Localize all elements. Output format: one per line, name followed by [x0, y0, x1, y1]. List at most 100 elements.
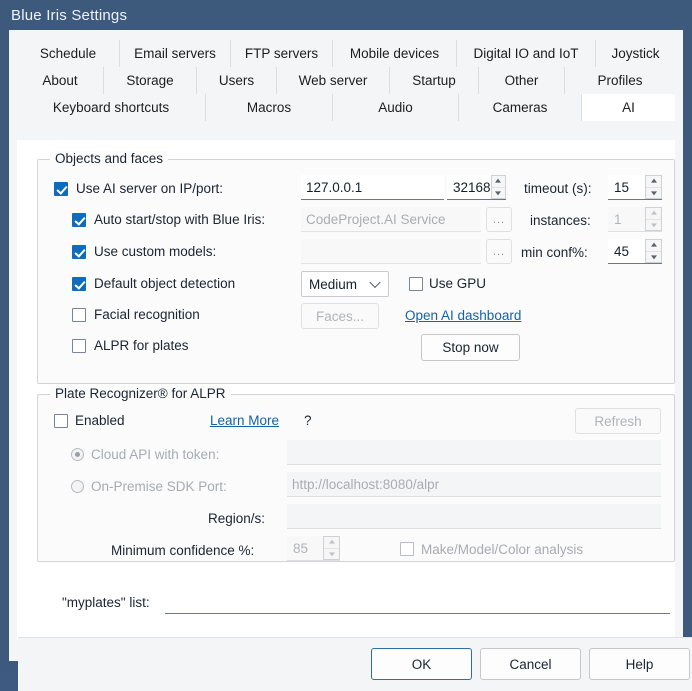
make-model-color-checkbox[interactable]: [400, 542, 414, 556]
ok-button-label: OK: [411, 656, 432, 672]
chevron-up-icon: [650, 210, 657, 215]
instances-spinner-up[interactable]: [646, 208, 661, 219]
ai-server-port-spinner[interactable]: 32168: [447, 175, 506, 200]
ellipsis-icon: ...: [492, 245, 506, 258]
instances-spinner-buttons[interactable]: [645, 207, 662, 231]
objects-and-faces-group: Objects and faces Use AI server on IP/po…: [37, 151, 675, 384]
facial-recognition-label: Facial recognition: [94, 307, 200, 322]
window-title: Blue Iris Settings: [11, 6, 128, 24]
help-question-icon[interactable]: ?: [304, 413, 312, 428]
use-ai-server-checkbox[interactable]: [54, 182, 68, 196]
cancel-button[interactable]: Cancel: [480, 648, 581, 680]
tab-macros[interactable]: Macros: [206, 94, 333, 121]
cancel-button-label: Cancel: [509, 656, 552, 672]
tab-digital-io-and-iot[interactable]: Digital IO and IoT: [457, 40, 596, 67]
help-button[interactable]: Help: [589, 648, 690, 680]
tab-label: Digital IO and IoT: [473, 46, 579, 61]
tab-about[interactable]: About: [17, 67, 104, 94]
refresh-button[interactable]: Refresh: [575, 408, 661, 434]
facial-recognition-checkbox[interactable]: [72, 308, 86, 322]
timeout-spinner-buttons[interactable]: [645, 175, 662, 199]
ai-service-browse-button[interactable]: ...: [486, 207, 512, 232]
tab-label: Joystick: [611, 46, 660, 61]
timeout-spinner-down[interactable]: [646, 186, 661, 199]
min-conf-spinner-down[interactable]: [646, 250, 661, 263]
tab-label: Audio: [378, 100, 413, 115]
learn-more-link[interactable]: Learn More: [210, 413, 279, 428]
open-ai-dashboard-link[interactable]: Open AI dashboard: [405, 308, 521, 323]
plate-min-conf-spinner-up[interactable]: [324, 537, 339, 548]
plate-min-conf-spinner-down[interactable]: [324, 547, 339, 560]
custom-models-input[interactable]: [301, 239, 481, 264]
tab-label: Cameras: [492, 100, 548, 115]
ai-server-ip-input[interactable]: [301, 175, 444, 200]
tab-startup[interactable]: Startup: [390, 67, 479, 94]
chevron-up-icon: [328, 539, 335, 544]
cloud-token-input[interactable]: [287, 440, 661, 465]
auto-start-label: Auto start/stop with Blue Iris:: [94, 212, 266, 227]
min-conf-spinner[interactable]: 45: [608, 239, 662, 264]
plate-recognizer-group: Plate Recognizer® for ALPR Enabled Learn…: [37, 386, 675, 562]
on-premise-url-input[interactable]: [287, 472, 661, 497]
tab-row-1: Schedule Email servers FTP servers Mobil…: [17, 40, 675, 67]
default-object-detection-checkbox[interactable]: [72, 277, 86, 291]
tab-joystick[interactable]: Joystick: [596, 40, 675, 67]
tab-web-server[interactable]: Web server: [277, 67, 390, 94]
tab-storage[interactable]: Storage: [104, 67, 197, 94]
detection-level-dropdown[interactable]: Medium: [301, 271, 389, 297]
custom-models-browse-button[interactable]: ...: [486, 239, 512, 264]
tab-other[interactable]: Other: [479, 67, 565, 94]
timeout-spinner-up[interactable]: [646, 176, 661, 187]
timeout-spinner[interactable]: 15: [608, 175, 662, 200]
plate-min-conf-spinner-buttons[interactable]: [323, 536, 340, 560]
min-conf-spinner-up[interactable]: [646, 240, 661, 251]
alpr-for-plates-checkbox[interactable]: [72, 339, 86, 353]
min-conf-spinner-buttons[interactable]: [645, 239, 662, 263]
stop-now-label: Stop now: [442, 340, 499, 355]
tab-schedule[interactable]: Schedule: [17, 40, 120, 67]
chevron-up-icon: [495, 178, 502, 183]
auto-start-checkbox[interactable]: [72, 213, 86, 227]
plate-enabled-label: Enabled: [75, 413, 125, 428]
chevron-down-icon: [328, 552, 335, 557]
plate-min-confidence-spinner[interactable]: 85: [287, 536, 340, 561]
tab-profiles[interactable]: Profiles: [565, 67, 675, 94]
tab-keyboard-shortcuts[interactable]: Keyboard shortcuts: [17, 94, 206, 121]
faces-button[interactable]: Faces...: [301, 303, 379, 329]
stop-now-button[interactable]: Stop now: [421, 334, 520, 361]
settings-window: Blue Iris Settings Schedule Email server…: [0, 0, 692, 691]
ok-button[interactable]: OK: [371, 648, 472, 680]
use-gpu-label: Use GPU: [429, 276, 487, 291]
instances-spinner[interactable]: 1: [608, 207, 662, 232]
timeout-label: timeout (s):: [524, 181, 592, 196]
use-custom-models-checkbox[interactable]: [72, 245, 86, 259]
tab-label: About: [42, 73, 78, 88]
instances-spinner-down[interactable]: [646, 218, 661, 231]
tab-ftp-servers[interactable]: FTP servers: [231, 40, 333, 67]
use-gpu-checkbox[interactable]: [409, 277, 423, 291]
port-spinner-buttons[interactable]: [490, 175, 506, 199]
on-premise-radio[interactable]: [71, 480, 84, 493]
ai-service-input[interactable]: [301, 207, 481, 232]
myplates-input[interactable]: [165, 588, 670, 614]
port-spinner-up[interactable]: [492, 176, 505, 187]
tab-mobile-devices[interactable]: Mobile devices: [333, 40, 457, 67]
tab-cameras[interactable]: Cameras: [459, 94, 582, 121]
chevron-down-icon: [650, 191, 657, 196]
tab-label: Storage: [126, 73, 174, 88]
footer-bar: OK Cancel Help: [18, 638, 692, 691]
tab-users[interactable]: Users: [197, 67, 277, 94]
regions-input[interactable]: [287, 504, 661, 529]
timeout-value: 15: [614, 179, 630, 195]
tab-ai[interactable]: AI: [582, 94, 675, 121]
cloud-api-radio[interactable]: [71, 448, 84, 461]
default-object-detection-label: Default object detection: [94, 276, 236, 291]
plate-enabled-checkbox[interactable]: [54, 414, 68, 428]
help-button-label: Help: [625, 656, 654, 672]
ai-server-port-value: 32168: [453, 179, 491, 195]
tab-audio[interactable]: Audio: [333, 94, 459, 121]
port-spinner-down[interactable]: [491, 186, 505, 199]
tab-email-servers[interactable]: Email servers: [120, 40, 231, 67]
regions-label: Region/s:: [208, 511, 266, 526]
on-premise-label: On-Premise SDK Port:: [91, 479, 227, 494]
